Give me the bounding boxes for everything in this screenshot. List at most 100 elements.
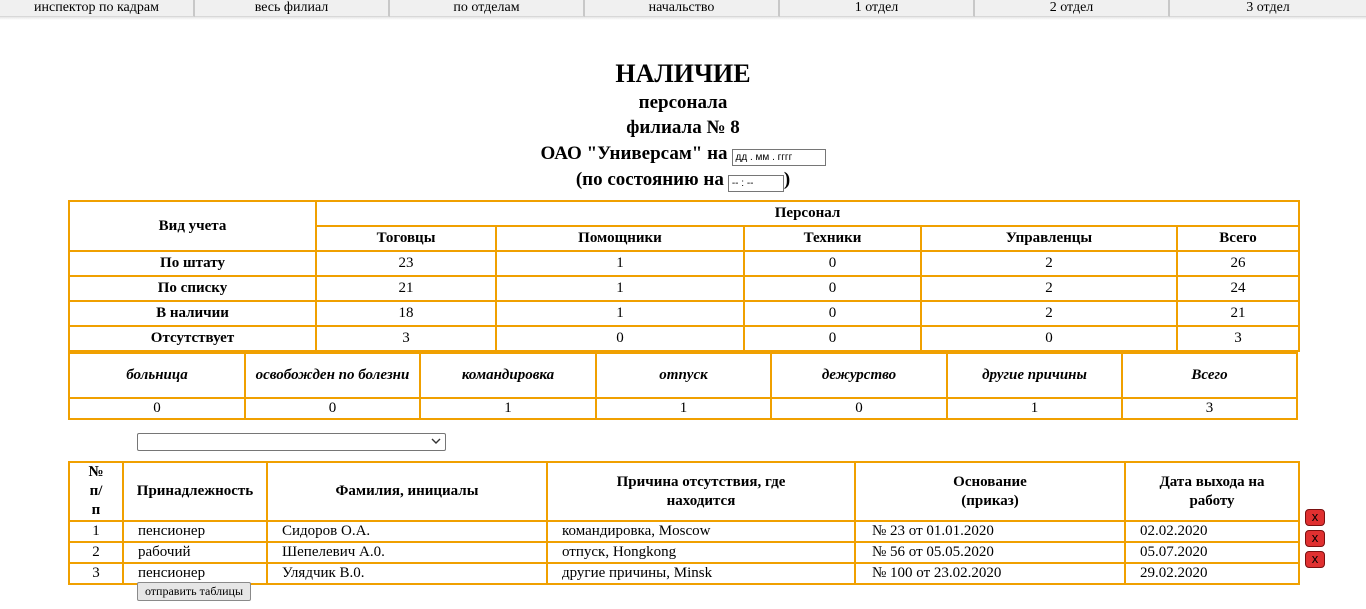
nav-shadow — [0, 17, 1366, 20]
table-cell: 0 — [771, 398, 947, 419]
table-cell: 0 — [245, 398, 420, 419]
cell-reason: командировка, Moscow — [547, 521, 855, 542]
table-row: 2 рабочий Шепелевич А.0. отпуск, Hongkon… — [69, 542, 1299, 563]
column-header: освобожден по болезни — [245, 353, 420, 398]
table-cell: 0 — [69, 398, 245, 419]
row-header-account-type: Вид учета — [69, 201, 316, 251]
cell-name: Шепелевич А.0. — [267, 542, 547, 563]
column-header: Техники — [744, 226, 921, 251]
table-row: 1 пенсионер Сидоров О.А. командировка, M… — [69, 521, 1299, 542]
column-header: Помощники — [496, 226, 744, 251]
table-row: 3 пенсионер Улядчик В.0. другие причины,… — [69, 563, 1299, 584]
table-cell: 1 — [496, 276, 744, 301]
table-cell: 2 — [921, 276, 1177, 301]
table-cell: 23 — [316, 251, 496, 276]
row-label: Отсутствует — [69, 326, 316, 351]
column-header: Тоговцы — [316, 226, 496, 251]
nav-tab-department-3[interactable]: 3 отдел — [1170, 0, 1366, 17]
row-label: По штату — [69, 251, 316, 276]
table-cell: 21 — [1177, 301, 1300, 326]
row-label: По списку — [69, 276, 316, 301]
column-header: другие причины — [947, 353, 1122, 398]
subtitle-company-line: ОАО "Универсам" на дд . мм . гггг — [0, 142, 1366, 166]
table-row: Отсутствует 3 0 0 0 3 — [69, 326, 1300, 351]
as-of-label: (по состоянию на — [575, 169, 724, 190]
cell-affiliation: пенсионер — [123, 521, 267, 542]
cell-basis: № 100 от 23.02.2020 — [855, 563, 1125, 584]
subtitle-personnel: персонала — [638, 92, 728, 113]
column-header: № п/п — [69, 462, 123, 521]
delete-row-button[interactable]: x — [1305, 509, 1325, 526]
nav-tab-management[interactable]: начальство — [585, 0, 780, 17]
nav-tab-whole-branch[interactable]: весь филиал — [195, 0, 390, 17]
date-input[interactable]: дд . мм . гггг — [731, 149, 826, 166]
table-row: По штату 23 1 0 2 26 — [69, 251, 1300, 276]
staff-table: Вид учета Персонал Тоговцы Помощники Тех… — [68, 200, 1301, 352]
nav-tab-department-2[interactable]: 2 отдел — [975, 0, 1170, 17]
column-header: командировка — [420, 353, 596, 398]
column-header: Всего — [1122, 353, 1297, 398]
row-label: В наличии — [69, 301, 316, 326]
nav-tab-by-departments[interactable]: по отделам — [390, 0, 585, 17]
table-row: По списку 21 1 0 2 24 — [69, 276, 1300, 301]
table-cell: 1 — [496, 301, 744, 326]
table-cell: 26 — [1177, 251, 1300, 276]
send-tables-button[interactable]: отправить таблицы — [137, 582, 251, 601]
absent-employees-table: № п/п Принадлежность Фамилия, инициалы П… — [68, 461, 1300, 585]
cell-basis: № 23 от 01.01.2020 — [855, 521, 1125, 542]
column-header: Причина отсутствия, где находится — [547, 462, 855, 521]
table-cell: 1 — [596, 398, 771, 419]
column-header: Всего — [1177, 226, 1300, 251]
cell-return-date: 02.02.2020 — [1125, 521, 1299, 542]
table-row: 0 0 1 1 0 1 3 — [69, 398, 1297, 419]
table-cell: 3 — [1177, 326, 1300, 351]
cell-return-date: 29.02.2020 — [1125, 563, 1299, 584]
cell-number: 3 — [69, 563, 123, 584]
table-cell: 1 — [420, 398, 596, 419]
table-row: В наличии 18 1 0 2 21 — [69, 301, 1300, 326]
table-cell: 0 — [744, 301, 921, 326]
delete-row-button[interactable]: x — [1305, 530, 1325, 547]
absence-reasons-table: больница освобожден по болезни командиро… — [68, 352, 1298, 420]
table-cell: 0 — [744, 326, 921, 351]
filter-select[interactable] — [137, 433, 446, 451]
table-cell: 3 — [1122, 398, 1297, 419]
column-header: дежурство — [771, 353, 947, 398]
column-header: Фамилия, инициалы — [267, 462, 547, 521]
table-cell: 0 — [496, 326, 744, 351]
page-title: НАЛИЧИЕ — [615, 59, 751, 88]
column-header: больница — [69, 353, 245, 398]
table-cell: 0 — [921, 326, 1177, 351]
cell-affiliation: пенсионер — [123, 563, 267, 584]
column-header: Основание (приказ) — [855, 462, 1125, 521]
subtitle-branch: филиала № 8 — [626, 117, 740, 138]
cell-affiliation: рабочий — [123, 542, 267, 563]
chevron-down-icon — [431, 438, 441, 444]
cell-return-date: 05.07.2020 — [1125, 542, 1299, 563]
table-cell: 0 — [744, 251, 921, 276]
column-header: отпуск — [596, 353, 771, 398]
nav-tab-department-1[interactable]: 1 отдел — [780, 0, 975, 17]
nav-tab-hr-inspector[interactable]: инспектор по кадрам — [0, 0, 195, 17]
column-header: Дата выхода на работу — [1125, 462, 1299, 521]
top-navigation: инспектор по кадрам весь филиал по отдел… — [0, 0, 1366, 17]
cell-reason: другие причины, Minsk — [547, 563, 855, 584]
table-cell: 2 — [921, 251, 1177, 276]
cell-reason: отпуск, Hongkong — [547, 542, 855, 563]
table-cell: 0 — [744, 276, 921, 301]
table-cell: 3 — [316, 326, 496, 351]
table-cell: 1 — [496, 251, 744, 276]
table-cell: 18 — [316, 301, 496, 326]
company-label: ОАО "Универсам" на — [540, 143, 728, 164]
cell-number: 1 — [69, 521, 123, 542]
delete-row-button[interactable]: x — [1305, 551, 1325, 568]
cell-number: 2 — [69, 542, 123, 563]
cell-name: Сидоров О.А. — [267, 521, 547, 542]
cell-basis: № 56 от 05.05.2020 — [855, 542, 1125, 563]
table-cell: 24 — [1177, 276, 1300, 301]
as-of-close: ) — [783, 169, 791, 190]
column-header: Принадлежность — [123, 462, 267, 521]
table-cell: 1 — [947, 398, 1122, 419]
column-header: Управленцы — [921, 226, 1177, 251]
time-input[interactable]: -- : -- — [727, 175, 784, 192]
